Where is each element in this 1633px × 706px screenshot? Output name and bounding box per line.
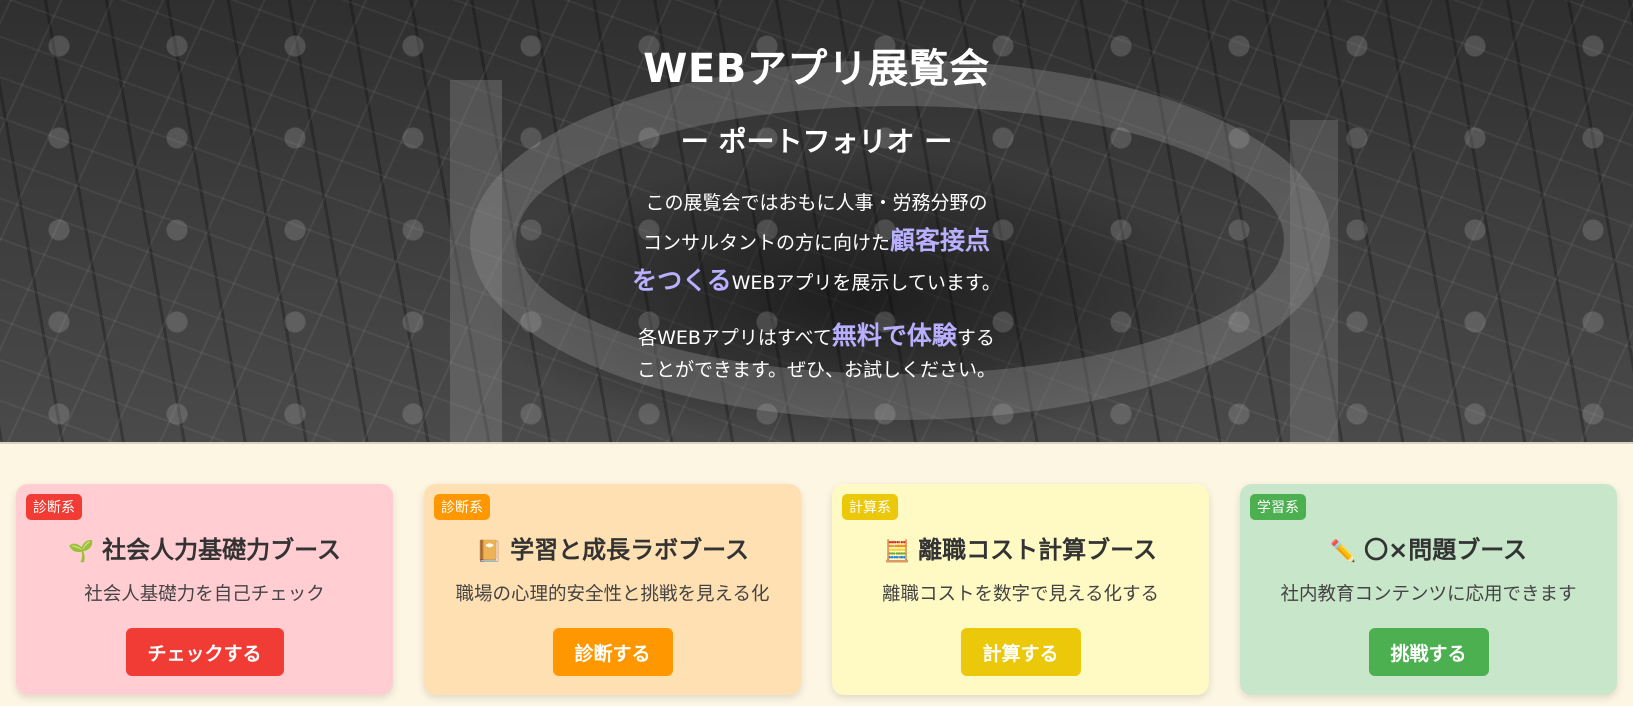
hero-intro-line: この展覧会ではおもに人事・労務分野の xyxy=(645,192,988,214)
booth-card-quiz: 学習系 ✏️ 〇×問題ブース 社内教育コンテンツに応用できます 挑戦する xyxy=(1240,484,1617,695)
hero-intro-text: コンサルタントの方に向けた xyxy=(642,232,890,254)
calculate-button[interactable]: 計算する xyxy=(960,628,1081,676)
booth-title-text: 〇×問題ブース xyxy=(1364,536,1528,564)
booth-card-social-skills: 診断系 🌱 社会人力基礎力ブース 社会人基礎力を自己チェック チェックする xyxy=(16,484,393,695)
hero-free-text: 各WEBアプリはすべて xyxy=(638,327,832,349)
hero-banner: WEBアプリ展覧会 ー ポートフォリオ ー この展覧会ではおもに人事・労務分野の… xyxy=(0,0,1633,444)
category-badge: 学習系 xyxy=(1250,494,1306,520)
diagnose-button[interactable]: 診断する xyxy=(552,628,673,676)
booth-description: 離職コストを数字で見える化する xyxy=(882,584,1159,605)
hero-intro: この展覧会ではおもに人事・労務分野の コンサルタントの方に向けた顧客接点 をつく… xyxy=(0,184,1633,302)
booth-title: 🧮 離職コスト計算ブース xyxy=(832,530,1209,565)
booth-title: 📔 学習と成長ラボブース xyxy=(424,530,801,565)
page-subtitle: ー ポートフォリオ ー xyxy=(680,125,953,158)
booth-grid: 診断系 🌱 社会人力基礎力ブース 社会人基礎力を自己チェック チェックする 診断系… xyxy=(16,484,1617,695)
hero-free-text: する xyxy=(956,327,995,349)
booth-title-text: 学習と成長ラボブース xyxy=(510,536,749,564)
hero-highlight: 無料で体験 xyxy=(831,321,957,350)
page-title: WEBアプリ展覧会 xyxy=(643,46,990,92)
booth-title-text: 離職コスト計算ブース xyxy=(918,536,1157,564)
booth-description: 職場の心理的安全性と挑戦を見える化 xyxy=(455,584,770,605)
seedling-icon: 🌱 xyxy=(68,539,95,563)
hero-free-line: ことができます。ぜひ、お試しください。 xyxy=(636,359,997,381)
notebook-icon: 📔 xyxy=(476,539,503,563)
booth-title: ✏️ 〇×問題ブース xyxy=(1240,530,1617,565)
category-badge: 診断系 xyxy=(26,494,82,520)
hero-free-note: 各WEBアプリはすべて無料で体験する ことができます。ぜひ、お試しください。 xyxy=(0,320,1633,386)
hero-highlight: をつくる xyxy=(632,266,732,295)
booth-card-turnover-cost: 計算系 🧮 離職コスト計算ブース 離職コストを数字で見える化する 計算する xyxy=(832,484,1209,695)
pencil-icon: ✏️ xyxy=(1329,539,1357,563)
hero-highlight: 顧客接点 xyxy=(890,226,991,255)
booth-description: 社内教育コンテンツに応用できます xyxy=(1280,584,1577,605)
category-badge: 診断系 xyxy=(434,494,490,520)
hero-intro-text: WEBアプリを展示しています。 xyxy=(731,272,1001,294)
abacus-icon: 🧮 xyxy=(884,539,911,563)
category-badge: 計算系 xyxy=(842,494,898,520)
booth-title-text: 社会人力基礎力ブース xyxy=(102,536,341,564)
hero-free-line: 各WEBアプリはすべて無料で体験する xyxy=(0,320,1633,354)
hero-intro-line: をつくるWEBアプリを展示しています。 xyxy=(0,262,1633,302)
booth-card-learning-lab: 診断系 📔 学習と成長ラボブース 職場の心理的安全性と挑戦を見える化 診断する xyxy=(424,484,801,695)
booth-title: 🌱 社会人力基礎力ブース xyxy=(16,530,393,565)
challenge-button[interactable]: 挑戦する xyxy=(1368,628,1489,676)
hero-intro-line: コンサルタントの方に向けた顧客接点 xyxy=(0,222,1633,262)
check-button[interactable]: チェックする xyxy=(125,628,284,676)
booth-description: 社会人基礎力を自己チェック xyxy=(84,584,325,605)
